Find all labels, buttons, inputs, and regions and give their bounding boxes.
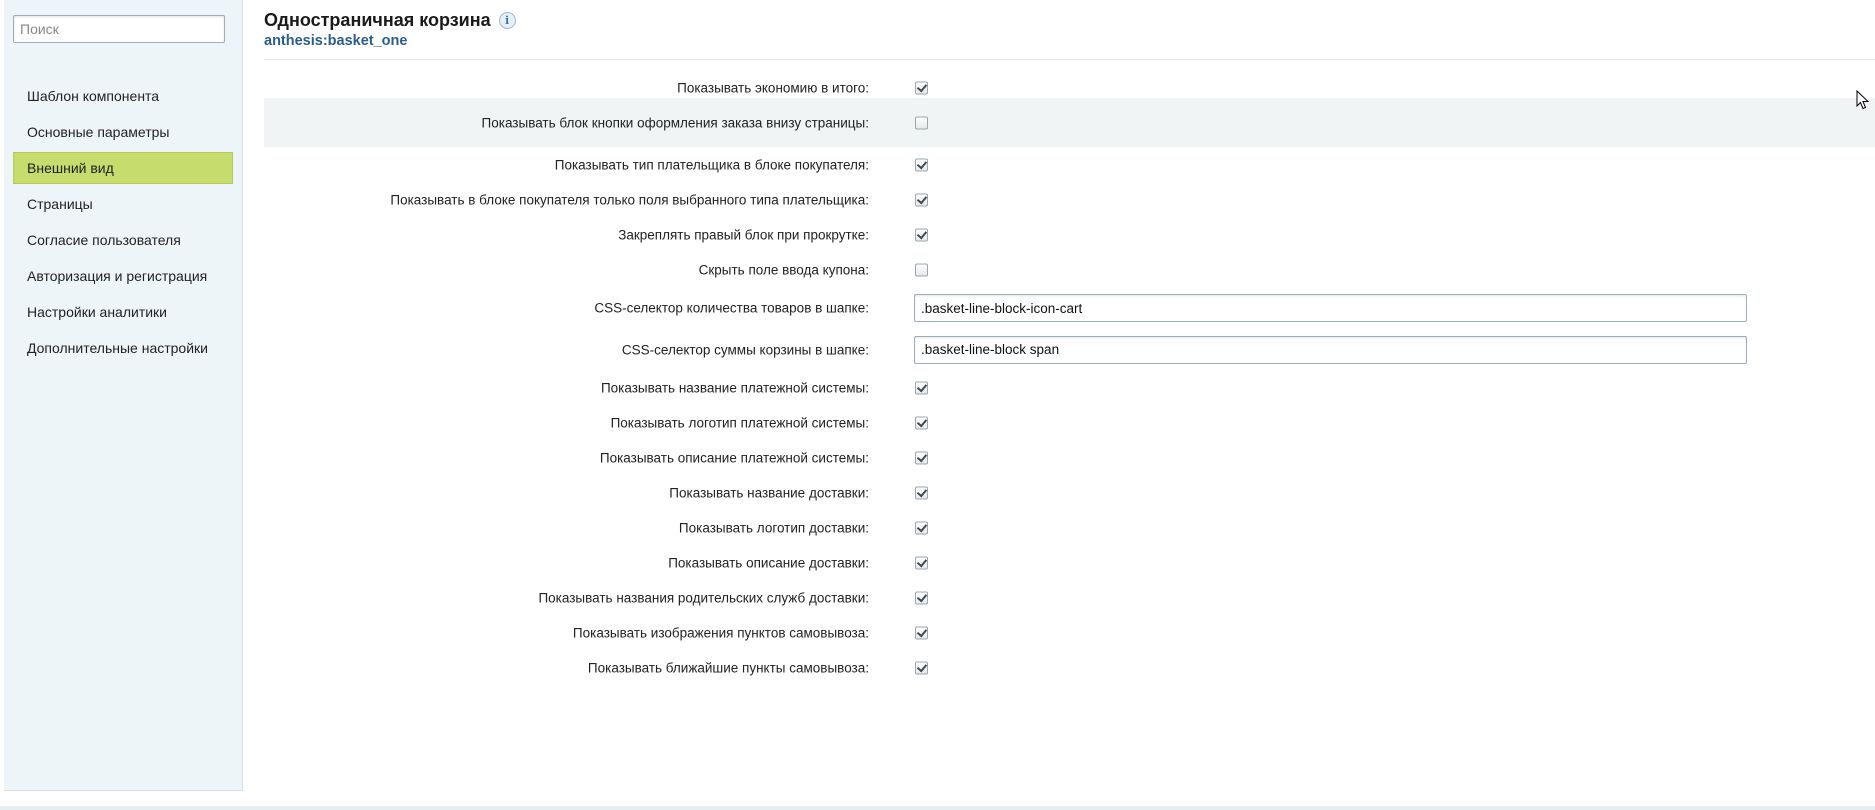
- setting-label: Показывать блок кнопки оформления заказа…: [481, 115, 869, 130]
- setting-checkbox[interactable]: [915, 451, 928, 464]
- setting-checkbox[interactable]: [915, 591, 928, 604]
- sidebar-item-pages[interactable]: Страницы: [13, 188, 233, 220]
- setting-checkbox[interactable]: [915, 81, 928, 94]
- setting-row: Показывать названия родительских служб д…: [264, 580, 1875, 615]
- setting-row: CSS-селектор количества товаров в шапке:: [264, 287, 1875, 329]
- setting-label: CSS-селектор суммы корзины в шапке:: [621, 342, 869, 357]
- setting-row: Показывать логотип доставки:: [264, 510, 1875, 545]
- page-header: Одностраничная корзина i anthesis:basket_…: [264, 10, 516, 49]
- setting-checkbox[interactable]: [915, 486, 928, 499]
- setting-label: Показывать названия родительских служб д…: [538, 590, 869, 605]
- sidebar-nav: Шаблон компонента Основные параметры Вне…: [13, 80, 233, 368]
- setting-label: Показывать описание платежной системы:: [599, 450, 869, 465]
- setting-checkbox[interactable]: [915, 116, 928, 129]
- sidebar-item-appearance[interactable]: Внешний вид: [13, 152, 233, 184]
- setting-checkbox[interactable]: [915, 193, 928, 206]
- setting-checkbox[interactable]: [915, 381, 928, 394]
- setting-row: Показывать ближайшие пункты самовывоза:: [264, 650, 1875, 685]
- sidebar-item-analytics-settings[interactable]: Настройки аналитики: [13, 296, 233, 328]
- sidebar-item-component-template[interactable]: Шаблон компонента: [13, 80, 233, 112]
- setting-row: Показывать название платежной системы:: [264, 370, 1875, 405]
- setting-checkbox[interactable]: [915, 158, 928, 171]
- sidebar: Шаблон компонента Основные параметры Вне…: [4, 0, 243, 791]
- setting-checkbox[interactable]: [915, 661, 928, 674]
- setting-checkbox[interactable]: [915, 556, 928, 569]
- setting-row: Показывать логотип платежной системы:: [264, 405, 1875, 440]
- setting-row: Показывать в блоке покупателя только пол…: [264, 182, 1875, 217]
- setting-row: Показывать тип плательщика в блоке покуп…: [264, 147, 1875, 182]
- settings-form: Показывать экономию в итого: Показывать б…: [264, 77, 1875, 685]
- setting-label: Закреплять правый блок при прокрутке:: [618, 227, 869, 242]
- setting-row: Показывать название доставки:: [264, 475, 1875, 510]
- setting-label: Показывать изображения пунктов самовывоз…: [572, 625, 869, 640]
- setting-checkbox[interactable]: [915, 263, 928, 276]
- setting-checkbox[interactable]: [915, 416, 928, 429]
- search-input[interactable]: [13, 15, 225, 43]
- setting-label: CSS-селектор количества товаров в шапке:: [594, 300, 869, 316]
- setting-label: Показывать название платежной системы:: [600, 380, 869, 395]
- setting-label: Показывать название доставки:: [669, 485, 869, 500]
- setting-label: Показывать логотип доставки:: [678, 520, 869, 535]
- setting-row: Показывать изображения пунктов самовывоз…: [264, 615, 1875, 650]
- info-icon[interactable]: i: [498, 12, 516, 29]
- sidebar-item-additional-settings[interactable]: Дополнительные настройки: [13, 332, 233, 364]
- setting-label: Показывать логотип платежной системы:: [610, 415, 869, 430]
- mouse-cursor-icon: [1856, 90, 1870, 110]
- setting-checkbox[interactable]: [915, 626, 928, 639]
- setting-row: Скрыть поле ввода купона:: [264, 252, 1875, 287]
- setting-label: Показывать описание доставки:: [668, 555, 869, 570]
- setting-label: Показывать экономию в итого:: [677, 80, 869, 95]
- header-divider: [264, 59, 1875, 60]
- setting-row: CSS-селектор суммы корзины в шапке:: [264, 329, 1875, 370]
- setting-checkbox[interactable]: [915, 521, 928, 534]
- setting-row: Закреплять правый блок при прокрутке:: [264, 217, 1875, 252]
- sidebar-item-main-parameters[interactable]: Основные параметры: [13, 116, 233, 148]
- setting-label: Показывать ближайшие пункты самовывоза:: [587, 660, 869, 675]
- setting-checkbox[interactable]: [915, 228, 928, 241]
- bottom-scrollbar[interactable]: [0, 806, 1875, 810]
- sidebar-item-user-consent[interactable]: Согласие пользователя: [13, 224, 233, 256]
- setting-text-input[interactable]: [914, 294, 1747, 322]
- setting-row: Показывать описание платежной системы:: [264, 440, 1875, 475]
- setting-text-input[interactable]: [914, 335, 1747, 364]
- setting-label: Показывать тип плательщика в блоке покуп…: [554, 157, 869, 172]
- setting-label: Скрыть поле ввода купона:: [698, 262, 869, 277]
- setting-row: Показывать описание доставки:: [264, 545, 1875, 580]
- setting-row: Показывать блок кнопки оформления заказа…: [264, 98, 1875, 147]
- component-code: anthesis:basket_one: [264, 33, 408, 49]
- setting-row: Показывать экономию в итого:: [264, 77, 1875, 98]
- page-title: Одностраничная корзина: [264, 10, 491, 30]
- sidebar-item-auth-registration[interactable]: Авторизация и регистрация: [13, 260, 233, 292]
- setting-label: Показывать в блоке покупателя только пол…: [390, 192, 869, 207]
